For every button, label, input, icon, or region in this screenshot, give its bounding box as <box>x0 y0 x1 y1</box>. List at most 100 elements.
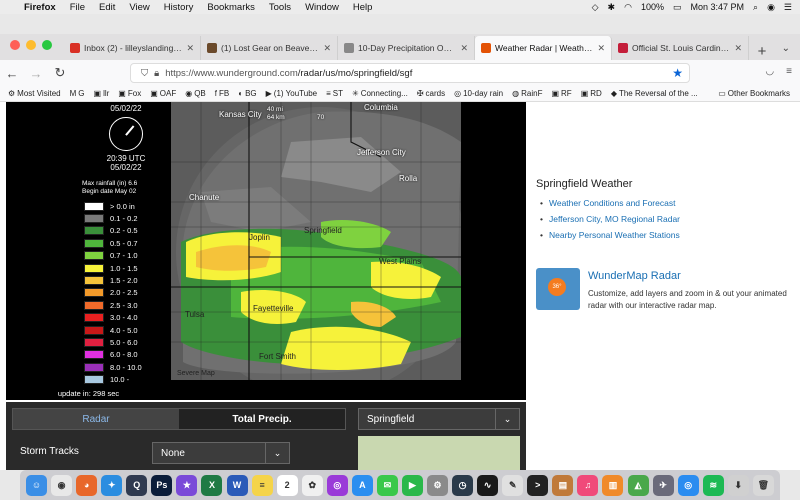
bookmark-item[interactable]: ◆ The Reversal of the ... <box>611 89 698 98</box>
reload-button[interactable]: ↻ <box>48 65 72 81</box>
bookmark-item[interactable]: ✠ cards <box>417 89 445 98</box>
forward-button[interactable]: → <box>24 66 48 81</box>
bookmark-item[interactable]: ▣ llr <box>94 89 110 98</box>
search-icon[interactable]: ⌕ <box>753 2 758 13</box>
downloads-icon[interactable]: ⬇ <box>727 474 749 496</box>
bluetooth-icon[interactable]: ✱ <box>608 2 616 13</box>
tab-2[interactable]: (1) Lost Gear on Beaver Creek ✕ <box>201 36 338 60</box>
spotify-icon[interactable]: ≋ <box>702 474 724 496</box>
terminal-icon[interactable]: > <box>527 474 549 496</box>
tab-3[interactable]: 10-Day Precipitation Outlook for the ✕ <box>338 36 475 60</box>
pocket-icon[interactable]: ◡ <box>765 66 774 77</box>
close-tab-icon[interactable]: ✕ <box>734 43 742 54</box>
trash-icon[interactable]: 🗑 <box>752 474 774 496</box>
close-tab-icon[interactable]: ✕ <box>323 43 331 54</box>
bookmark-star-icon[interactable]: ★ <box>672 66 689 80</box>
tab-4[interactable]: Weather Radar | Weather Underground ✕ <box>475 36 612 60</box>
bookmark-item[interactable]: ◉ QB <box>185 89 206 98</box>
app-menu[interactable]: Firefox <box>17 2 63 13</box>
imovie-icon[interactable]: ★ <box>176 474 198 496</box>
tab-radar[interactable]: Radar <box>13 409 179 429</box>
close-tab-icon[interactable]: ✕ <box>460 43 468 54</box>
notes-icon[interactable]: ≡ <box>251 474 273 496</box>
photoshop-icon[interactable]: Ps <box>151 474 173 496</box>
excel-icon[interactable]: X <box>201 474 223 496</box>
shield-icon[interactable]: ⛉ <box>141 68 148 79</box>
mini-map[interactable] <box>358 436 520 470</box>
tab-5[interactable]: Official St. Louis Cardinals Website✕ <box>612 36 749 60</box>
storm-tracks-select[interactable]: None ⌄ <box>152 442 290 464</box>
bookmark-item[interactable]: ◍ RainF <box>512 89 542 98</box>
appstore-icon[interactable]: A <box>351 474 373 496</box>
battery-icon[interactable]: ▭ <box>673 2 682 13</box>
menu-view[interactable]: View <box>122 2 156 13</box>
lock-icon[interactable]: 🔒︎ <box>154 68 159 79</box>
photos-icon[interactable]: ✿ <box>301 474 323 496</box>
clock[interactable]: Mon 3:47 PM <box>690 2 744 12</box>
safari-icon[interactable]: ✦ <box>101 474 123 496</box>
menu-hamburger-icon[interactable]: ≡ <box>786 66 792 77</box>
preview-icon[interactable]: ▤ <box>552 474 574 496</box>
maps-icon[interactable]: ◭ <box>627 474 649 496</box>
books-icon[interactable]: ▥ <box>602 474 624 496</box>
launchpad-icon[interactable]: ✈ <box>652 474 674 496</box>
firefox-icon[interactable]: ◕ <box>76 474 98 496</box>
menu-window[interactable]: Window <box>298 2 346 13</box>
other-bookmarks[interactable]: ▭ Other Bookmarks <box>718 89 800 98</box>
timemachine-icon[interactable]: ◷ <box>452 474 474 496</box>
menu-help[interactable]: Help <box>346 2 380 13</box>
wundermap-title[interactable]: WunderMap Radar <box>588 270 796 282</box>
zoom-window-button[interactable] <box>42 40 52 50</box>
close-tab-icon[interactable]: ✕ <box>597 43 605 54</box>
podcasts-icon[interactable]: ◎ <box>326 474 348 496</box>
finder-icon[interactable]: ☺ <box>26 474 48 496</box>
minimize-window-button[interactable] <box>26 40 36 50</box>
itunes-icon[interactable]: ♫ <box>577 474 599 496</box>
wundermap-icon[interactable]: 36° <box>536 268 580 310</box>
activity-icon[interactable]: ∿ <box>477 474 499 496</box>
bookmark-item[interactable]: ⚙ Most Visited <box>8 89 61 98</box>
link-regional-radar[interactable]: Jefferson City, MO Regional Radar <box>540 214 796 224</box>
calendar-icon[interactable]: 2 <box>276 474 298 496</box>
battery-percent[interactable]: 100% <box>641 2 664 12</box>
bookmark-item[interactable]: ▣ RF <box>551 89 571 98</box>
bookmark-item[interactable]: ◎ 10-day rain <box>454 89 503 98</box>
bookmark-item[interactable]: ✳ Connecting... <box>352 89 408 98</box>
word-icon[interactable]: W <box>226 474 248 496</box>
radar-map[interactable]: Kansas City Columbia Jefferson City Roll… <box>171 102 461 380</box>
bookmark-item[interactable]: ◐ BG <box>238 89 256 98</box>
menu-file[interactable]: File <box>63 2 92 13</box>
bookmark-item[interactable]: ▣ Fox <box>118 89 141 98</box>
control-center-icon[interactable]: ☰ <box>784 2 792 13</box>
dropbox-icon[interactable]: ◇ <box>592 2 599 13</box>
close-tab-icon[interactable]: ✕ <box>186 43 194 54</box>
menu-bookmarks[interactable]: Bookmarks <box>200 2 262 13</box>
bookmark-item[interactable]: ▣ OAF <box>150 89 176 98</box>
new-tab-button[interactable]: + <box>749 43 775 60</box>
link-conditions-forecast[interactable]: Weather Conditions and Forecast <box>540 198 796 208</box>
tab-total-precip[interactable]: Total Precip. <box>179 409 345 429</box>
bookmark-item[interactable]: ▣ RD <box>581 89 602 98</box>
messages-icon[interactable]: ✉ <box>376 474 398 496</box>
bookmark-item[interactable]: MG <box>70 89 85 98</box>
back-button[interactable]: ← <box>0 66 24 81</box>
bookmark-item[interactable]: ▶ (1) YouTube <box>266 89 317 98</box>
link-personal-stations[interactable]: Nearby Personal Weather Stations <box>540 230 796 240</box>
siri-icon[interactable]: ◉ <box>767 2 775 13</box>
bookmark-item[interactable]: ≡ ST <box>326 89 343 98</box>
menu-edit[interactable]: Edit <box>92 2 122 13</box>
bookmark-item[interactable]: f FB <box>215 89 229 98</box>
menu-history[interactable]: History <box>157 2 201 13</box>
tab-1[interactable]: Inbox (2) - lilleyslandingresort ✕ <box>64 36 201 60</box>
chrome-icon[interactable]: ◉ <box>51 474 73 496</box>
address-bar[interactable]: ⛉ 🔒︎ https://www.wunderground.com/radar/… <box>130 63 690 83</box>
zoom-icon[interactable]: ◎ <box>677 474 699 496</box>
textedit-icon[interactable]: ✎ <box>502 474 524 496</box>
system-icon[interactable]: ⚙ <box>427 474 449 496</box>
menu-tools[interactable]: Tools <box>262 2 298 13</box>
tab-list-chevron-icon[interactable]: ⌄ <box>782 43 800 60</box>
facetime-icon[interactable]: ▶ <box>401 474 423 496</box>
close-window-button[interactable] <box>10 40 20 50</box>
wifi-icon[interactable]: ◠ <box>624 2 632 13</box>
quicktime-icon[interactable]: Q <box>126 474 148 496</box>
